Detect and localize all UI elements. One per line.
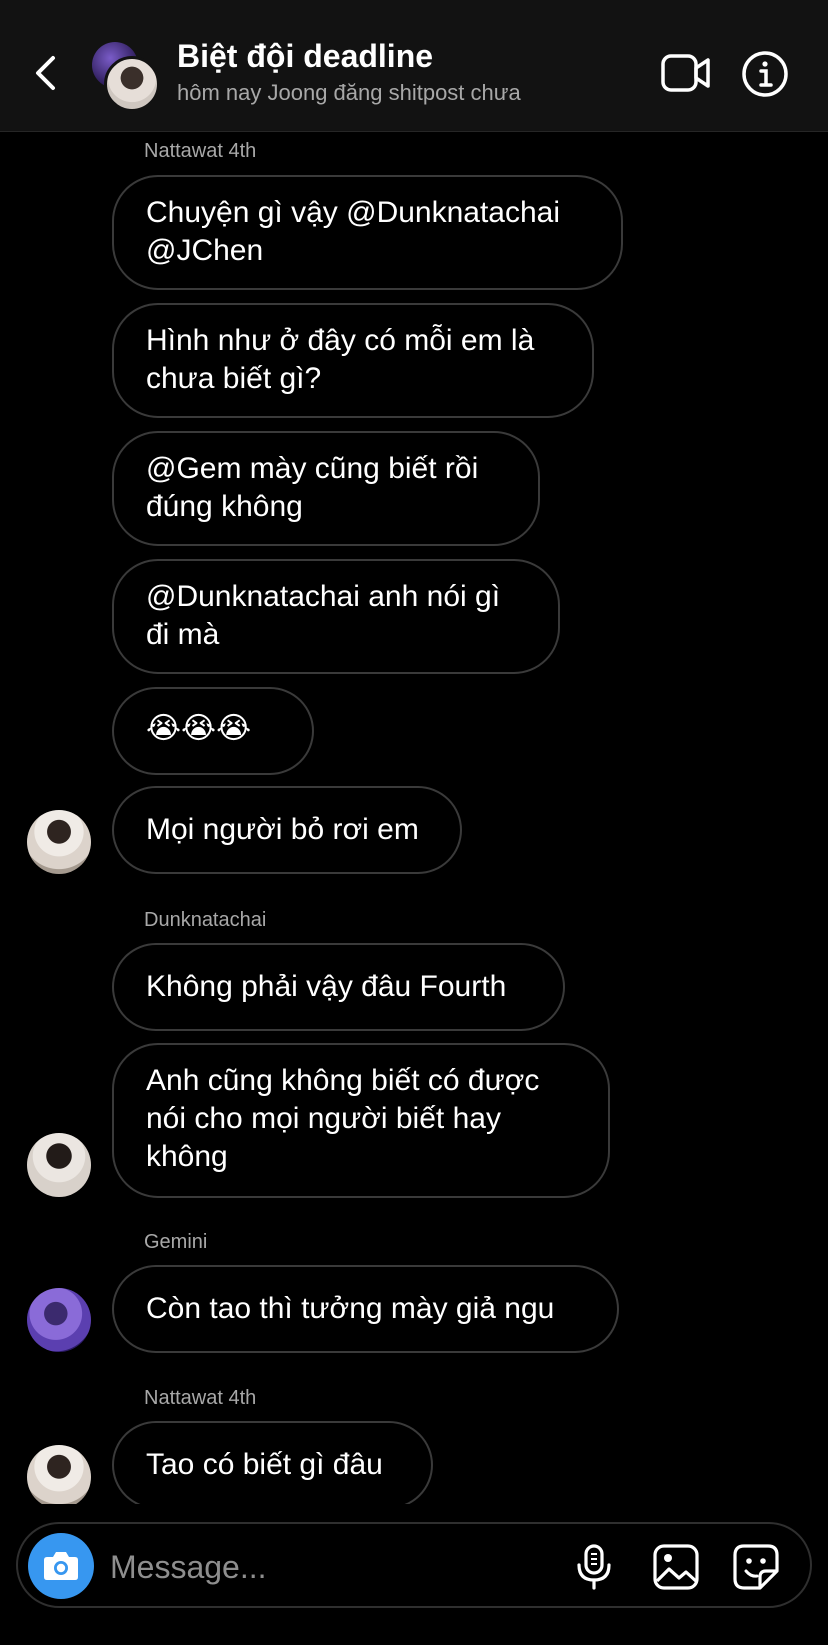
chat-subtitle[interactable]: hôm nay Joong đăng shitpost chưa: [177, 80, 521, 106]
message-bubble-emoji[interactable]: 😭😭😭: [112, 687, 314, 775]
video-camera-icon: [661, 54, 710, 92]
camera-icon: [44, 1552, 78, 1580]
voice-message-button[interactable]: [574, 1543, 614, 1591]
gallery-button[interactable]: [652, 1543, 700, 1591]
message-input[interactable]: [108, 1544, 552, 1590]
info-icon: [742, 51, 788, 97]
message-bubble[interactable]: Còn tao thì tưởng mày giả ngu: [112, 1265, 619, 1353]
message-bubble[interactable]: @Gem mày cũng biết rồi đúng không: [112, 431, 540, 546]
group-avatar-front: [104, 56, 160, 112]
gallery-icon: [653, 1544, 699, 1590]
message-thread[interactable]: Nattawat 4th Chuyện gì vậy @Dunknatachai…: [0, 132, 828, 1504]
video-call-button[interactable]: [660, 52, 712, 94]
camera-button[interactable]: [28, 1533, 94, 1599]
message-composer: [16, 1522, 812, 1608]
message-bubble[interactable]: Hình như ở đây có mỗi em là chưa biết gì…: [112, 303, 594, 418]
message-bubble[interactable]: Chuyện gì vậy @Dunknatachai @JChen: [112, 175, 623, 290]
back-button[interactable]: [28, 50, 64, 96]
sender-name: Nattawat 4th: [144, 1387, 257, 1409]
info-button[interactable]: [741, 50, 789, 98]
chat-header: Biệt đội deadline hôm nay Joong đăng shi…: [0, 0, 828, 132]
message-bubble[interactable]: Anh cũng không biết có được nói cho mọi …: [112, 1043, 610, 1198]
message-bubble[interactable]: Tao có biết gì đâu: [112, 1421, 433, 1504]
sender-name: Gemini: [144, 1231, 208, 1253]
sender-name: Dunknatachai: [144, 909, 267, 931]
chat-title[interactable]: Biệt đội deadline: [177, 38, 433, 75]
message-bubble[interactable]: Không phải vậy đâu Fourth: [112, 943, 565, 1031]
sender-avatar[interactable]: [27, 810, 91, 874]
sender-avatar[interactable]: [27, 1288, 91, 1352]
sender-avatar[interactable]: [27, 1133, 91, 1197]
sender-name: Nattawat 4th: [144, 140, 257, 162]
sticker-button[interactable]: [732, 1543, 780, 1591]
message-bubble[interactable]: Mọi người bỏ rơi em: [112, 786, 462, 874]
group-avatar[interactable]: [92, 42, 160, 112]
chevron-left-icon: [36, 56, 55, 90]
microphone-icon: [577, 1544, 611, 1590]
sticker-icon: [733, 1544, 779, 1590]
sender-avatar[interactable]: [27, 1445, 91, 1504]
message-bubble[interactable]: @Dunknatachai anh nói gì đi mà: [112, 559, 560, 674]
